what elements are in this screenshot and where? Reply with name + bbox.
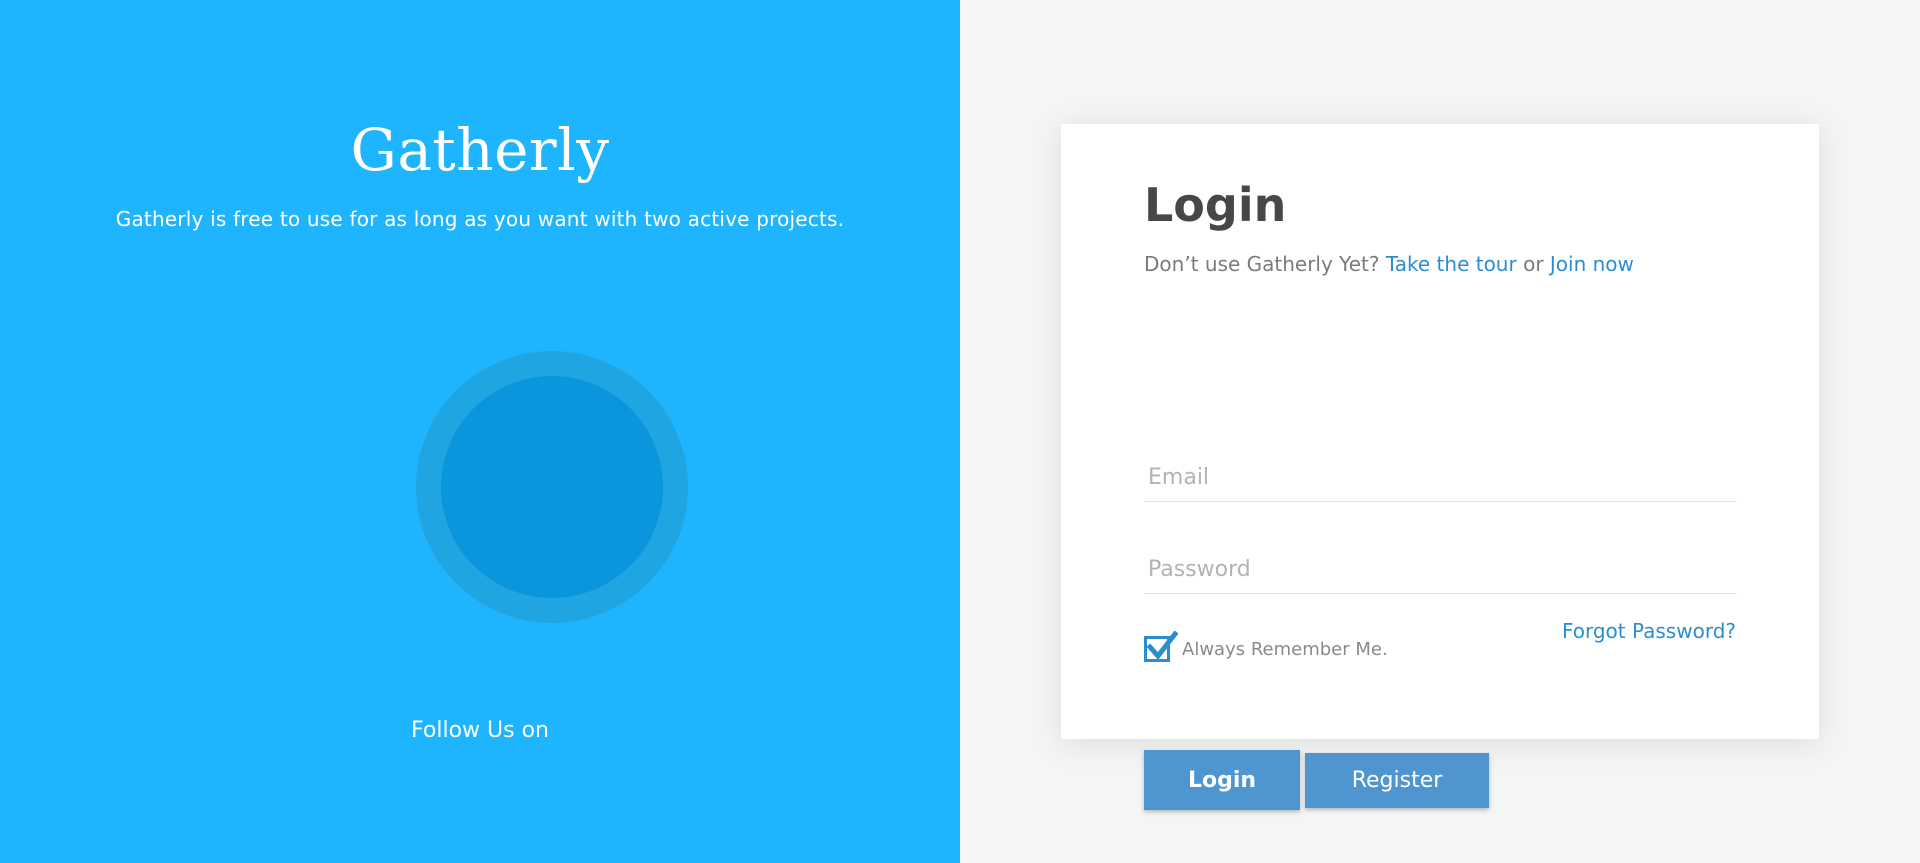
login-tagline: Don’t use Gatherly Yet? Take the tour or… (1144, 252, 1634, 276)
avatar-inner-circle (441, 376, 663, 598)
follow-us-text: Follow Us on (411, 718, 549, 743)
branding-panel: Gatherly Gatherly is free to use for as … (0, 0, 960, 863)
take-tour-link[interactable]: Take the tour (1386, 252, 1517, 276)
checkmark-icon (1146, 630, 1179, 660)
or-text: or (1523, 252, 1544, 276)
login-panel: Login Don’t use Gatherly Yet? Take the t… (960, 0, 1920, 863)
forgot-password-link[interactable]: Forgot Password? (1562, 619, 1736, 643)
login-tagline-prefix: Don’t use Gatherly Yet? (1144, 252, 1380, 276)
remember-me-row: Always Remember Me. (1144, 630, 1388, 662)
login-page: Gatherly Gatherly is free to use for as … (0, 0, 1920, 863)
login-heading: Login (1144, 178, 1287, 232)
remember-me-checkbox[interactable] (1144, 630, 1179, 662)
password-field[interactable] (1144, 546, 1737, 594)
login-card: Login Don’t use Gatherly Yet? Take the t… (1061, 124, 1819, 810)
email-field[interactable] (1144, 454, 1737, 502)
brand-title: Gatherly (350, 116, 610, 184)
avatar-placeholder-icon (416, 351, 688, 623)
join-now-link[interactable]: Join now (1550, 252, 1634, 276)
remember-me-label: Always Remember Me. (1182, 638, 1388, 660)
register-button[interactable]: Register (1305, 753, 1489, 808)
brand-tagline: Gatherly is free to use for as long as y… (115, 207, 845, 231)
login-button[interactable]: Login (1144, 750, 1300, 810)
